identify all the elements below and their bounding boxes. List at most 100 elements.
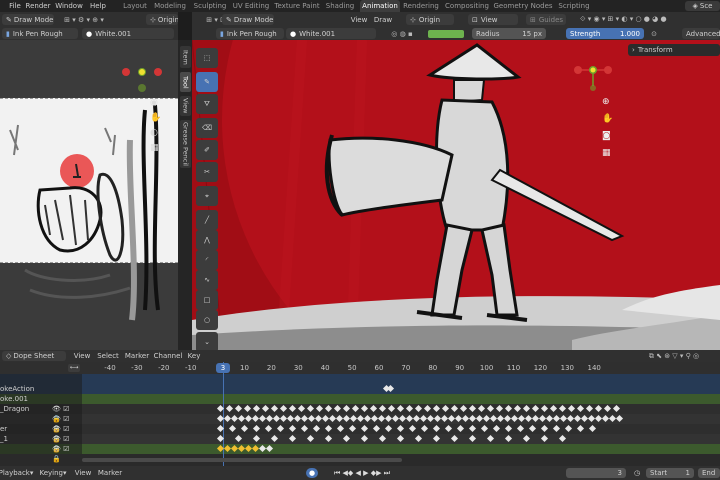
tab-texture-paint[interactable]: Texture Paint [274, 1, 320, 11]
playback-menu[interactable]: Playback ▾ [0, 468, 33, 478]
end-frame-field[interactable]: End [698, 468, 720, 478]
help-menu[interactable]: Help [88, 1, 108, 11]
overlay-shading-buttons[interactable]: ⟐ ▾ ◉ ▾ ⊞ ▾ ◐ ▾ ○ ● ◕ ● [580, 14, 720, 25]
pan-hand-icon[interactable]: ✋ [602, 111, 614, 128]
frame-tick-label: -30 [131, 364, 143, 372]
left-material-selector[interactable]: ● White.001 [82, 28, 174, 39]
visibility-lock-icons[interactable]: 👁 ☑ 🔒 [52, 404, 80, 424]
select-tool-icon[interactable]: ⬚ [196, 48, 218, 68]
camera-icon[interactable]: ◙ [602, 128, 614, 145]
advanced-dropdown[interactable]: Advanced [682, 28, 720, 39]
left-origin-dropdown[interactable]: ⊹ Origin [146, 14, 178, 25]
left-nav-icons[interactable]: ◉ ✋ ◐ ▦ [150, 96, 162, 156]
draw-menu[interactable]: Draw [372, 14, 394, 25]
channel-name[interactable]: _Dragon [0, 404, 29, 414]
timeline-marker-menu[interactable]: Marker [96, 468, 124, 478]
main-viewport[interactable]: ⬚ ✎ ⛛ ⌫ ✐ ✂ ⌖ ╱ ⋀ ◜ ∿ □ ○ ⌄ › Transform ⊕… [192, 40, 720, 350]
pressure-icon[interactable]: ⊙ [648, 28, 660, 39]
left-header-icons[interactable]: ⊞ ▾ ⚙ ▾ ⊕ ▾ [58, 14, 110, 25]
tint-tool-icon[interactable]: ✐ [196, 140, 218, 160]
line-tool-icon[interactable]: ╱ [196, 210, 218, 230]
channel-row-action[interactable] [0, 384, 720, 394]
tab-grease-pencil[interactable]: Grease Pencil [180, 120, 191, 168]
channel-name[interactable]: _1 [0, 434, 8, 444]
main-view-dropdown[interactable]: ⊡ View [468, 14, 518, 25]
record-button[interactable]: ● [306, 468, 318, 478]
tab-compositing[interactable]: Compositing [444, 1, 490, 11]
dope-mode-dropdown[interactable]: ◇ Dope Sheet [2, 351, 66, 361]
left-viewport[interactable]: ◉ ✋ ◐ ▦ [0, 40, 178, 350]
draw-tool-icon[interactable]: ✎ [196, 72, 218, 92]
guides-toggle[interactable]: ⊞ Guides [526, 14, 566, 25]
tab-shading[interactable]: Shading [324, 1, 356, 11]
circle-tool-icon[interactable]: ○ [196, 310, 218, 330]
visibility-lock-icons[interactable]: 👁 ☑ 🔒 [52, 444, 80, 464]
dope-filter-icons[interactable]: ⧉ ⬉ ⊛ ▽ ▾ ⚲ ◎ [628, 351, 720, 361]
tab-item[interactable]: Item [180, 46, 191, 68]
tab-animation[interactable]: Animation [360, 0, 400, 12]
current-frame-field[interactable]: 3 [566, 468, 626, 478]
channel-row-layer-5[interactable] [0, 444, 720, 454]
timeline-view-menu[interactable]: View [74, 468, 92, 478]
scene-selector[interactable]: ◈ Sce [685, 1, 720, 11]
dope-select-menu[interactable]: Select [96, 351, 120, 361]
box-tool-icon[interactable]: □ [196, 290, 218, 310]
channel-name[interactable]: er [0, 424, 7, 434]
channel-region-toggle-icon[interactable]: ⟷ [68, 364, 80, 372]
arc-tool-icon[interactable]: ◜ [196, 250, 218, 270]
dope-sheet-body[interactable]: ⟷ okeAction oke.001 _Dragon er _1 👁 ☑ 🔒 … [0, 362, 720, 466]
fill-tool-icon[interactable]: ⛛ [196, 94, 218, 114]
current-frame-indicator[interactable]: 3 [216, 363, 230, 373]
color-mode-buttons[interactable]: ◎ ◍ ▪ [378, 28, 426, 39]
keying-menu[interactable]: Keying ▾ [38, 468, 68, 478]
dope-view-menu[interactable]: View [72, 351, 92, 361]
channel-name[interactable]: okeAction [0, 384, 34, 394]
view-menu[interactable]: View [348, 14, 370, 25]
radius-field[interactable]: Radius 15 px [472, 28, 546, 39]
grid-icon[interactable]: ▦ [602, 145, 614, 162]
file-menu[interactable]: File [4, 1, 26, 11]
tab-sculpting[interactable]: Sculpting [192, 1, 228, 11]
main-material-selector[interactable]: ● White.001 [286, 28, 376, 39]
strength-field[interactable]: Strength 1.000 [566, 28, 644, 39]
cutter-tool-icon[interactable]: ✂ [196, 162, 218, 182]
left-brush-selector[interactable]: ▮ Ink Pen Rough [2, 28, 78, 39]
render-menu[interactable]: Render [26, 1, 51, 11]
erase-tool-icon[interactable]: ⌫ [196, 118, 218, 138]
tab-rendering[interactable]: Rendering [402, 1, 440, 11]
clock-icon[interactable]: ◷ [632, 468, 642, 478]
tab-view[interactable]: View [180, 96, 191, 116]
color-swatch[interactable] [428, 30, 464, 38]
main-nav-icons[interactable]: ⊕ ✋ ◙ ▦ [602, 94, 614, 164]
polyline-tool-icon[interactable]: ⋀ [196, 230, 218, 250]
window-menu[interactable]: Window [54, 1, 84, 11]
dope-key-menu[interactable]: Key [186, 351, 202, 361]
tab-scripting[interactable]: Scripting [556, 1, 592, 11]
channel-row-object[interactable] [0, 394, 720, 404]
main-mode-dropdown[interactable]: ✎ Draw Mode [222, 14, 274, 25]
main-origin-dropdown[interactable]: ⊹ Origin [406, 14, 454, 25]
left-mode-dropdown[interactable]: ✎ Draw Mode [2, 14, 54, 25]
playback-controls[interactable]: ⏮ ◀◆ ◀ ▶ ◆▶ ⏭ [326, 468, 398, 478]
zoom-icon[interactable]: ⊕ [602, 94, 614, 111]
tab-layout[interactable]: Layout [120, 1, 150, 11]
start-frame-field[interactable]: Start 1 [646, 468, 694, 478]
channel-row-layer-4[interactable] [0, 434, 720, 444]
channel-row-layer-1[interactable] [0, 404, 720, 414]
main-brush-selector[interactable]: ▮ Ink Pen Rough [216, 28, 284, 39]
channel-row-summary[interactable] [0, 374, 720, 384]
dope-channel-menu[interactable]: Channel [154, 351, 183, 361]
tab-modeling[interactable]: Modeling [152, 1, 188, 11]
eyedropper-tool-icon[interactable]: ⌖ [196, 186, 218, 206]
interpolate-tool-icon[interactable]: ⌄ [196, 332, 218, 350]
channel-name[interactable]: oke.001 [0, 394, 28, 404]
tab-uv-editing[interactable]: UV Editing [232, 1, 270, 11]
left-navigation-gizmo[interactable] [118, 60, 168, 100]
dope-marker-menu[interactable]: Marker [124, 351, 150, 361]
curve-tool-icon[interactable]: ∿ [196, 270, 218, 290]
transform-panel-header[interactable]: › Transform [628, 44, 720, 56]
channel-row-layer-3[interactable] [0, 424, 720, 434]
horizontal-scrollbar[interactable] [82, 458, 402, 462]
tab-tool[interactable]: Tool [180, 72, 191, 92]
tab-geometry-nodes[interactable]: Geometry Nodes [493, 1, 552, 11]
